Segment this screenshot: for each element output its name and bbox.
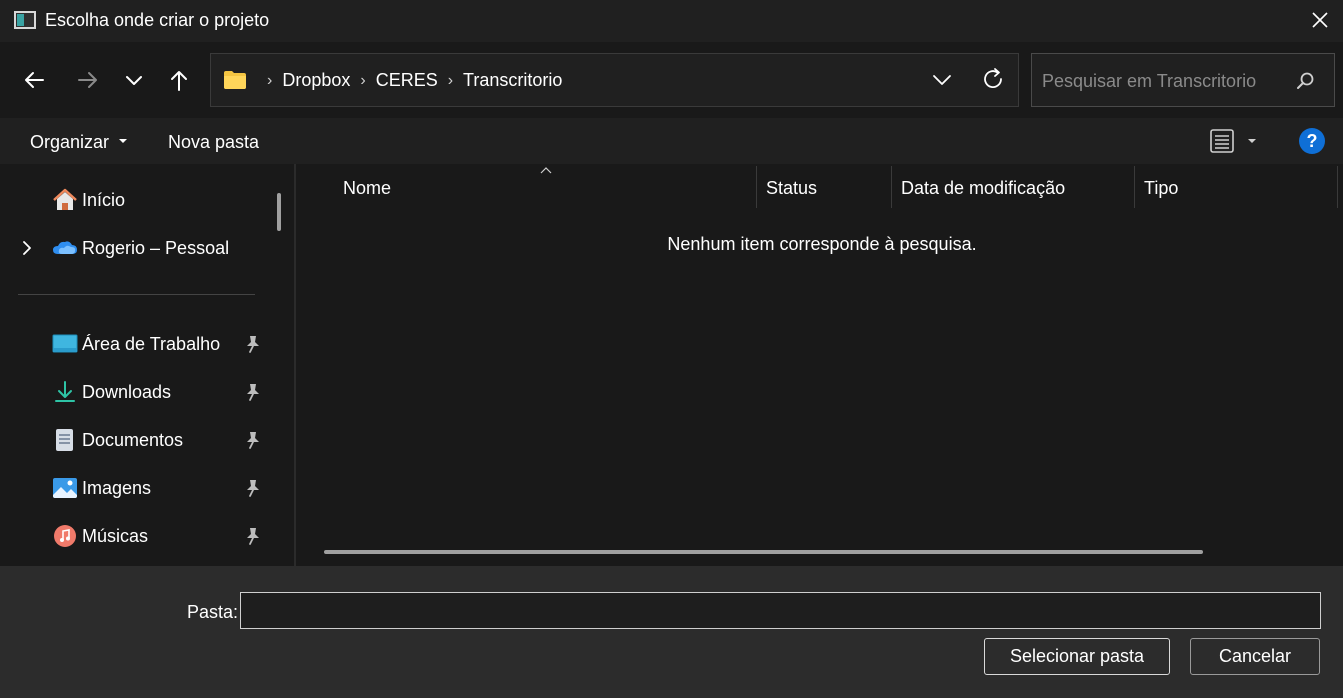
- pin-icon[interactable]: [244, 382, 262, 402]
- sidebar-item-inicio[interactable]: Início: [0, 180, 280, 220]
- column-header-label: Nome: [343, 178, 392, 198]
- horizontal-scrollbar[interactable]: [324, 550, 1203, 554]
- column-header-tipo[interactable]: Tipo: [1134, 164, 1337, 208]
- sidebar-item-rogerio-pessoal[interactable]: Rogerio – Pessoal: [0, 228, 280, 268]
- search-input[interactable]: [1042, 69, 1292, 93]
- column-header-label: Data de modificação: [901, 178, 1066, 198]
- select-folder-button[interactable]: Selecionar pasta: [984, 638, 1170, 675]
- pin-icon[interactable]: [244, 526, 262, 546]
- breadcrumb-ceres[interactable]: CERES: [376, 70, 438, 91]
- sidebar-item-label: Documentos: [82, 430, 184, 450]
- close-icon[interactable]: [1306, 6, 1334, 34]
- up-arrow-icon[interactable]: [163, 64, 195, 96]
- sidebar-item-downloads[interactable]: Downloads: [0, 372, 280, 412]
- column-header-status[interactable]: Status: [756, 164, 891, 208]
- forward-icon[interactable]: [72, 64, 104, 96]
- folder-name-input[interactable]: [240, 592, 1321, 629]
- address-bar[interactable]: › Dropbox › CERES › Transcritorio: [210, 53, 1019, 107]
- pin-icon[interactable]: [244, 334, 262, 354]
- column-header-nome[interactable]: Nome: [333, 164, 756, 208]
- navigation-bar: › Dropbox › CERES › Transcritorio: [0, 42, 1343, 118]
- column-header-label: Status: [766, 178, 818, 198]
- folder-icon: [224, 71, 246, 89]
- sidebar-item-imagens[interactable]: Imagens: [0, 468, 280, 508]
- command-bar: Organizar Nova pasta: [0, 118, 1343, 164]
- sidebar-item-label: Início: [82, 190, 126, 210]
- chevron-right-icon[interactable]: [20, 240, 34, 256]
- title-bar: Escolha onde criar o projeto: [0, 0, 1343, 42]
- pin-icon[interactable]: [244, 430, 262, 450]
- window-title: Escolha onde criar o projeto: [45, 10, 270, 30]
- home-icon: [53, 188, 77, 210]
- breadcrumb-separator-icon: ›: [267, 71, 273, 89]
- help-icon[interactable]: ?: [1299, 128, 1325, 154]
- onedrive-cloud-icon: [53, 241, 77, 254]
- refresh-icon[interactable]: [980, 66, 1006, 92]
- breadcrumb-separator-icon: ›: [360, 71, 366, 89]
- breadcrumb-separator-icon: ›: [447, 71, 454, 89]
- sidebar-item-label: Músicas: [82, 526, 149, 546]
- empty-state-message: Nenhum item corresponde à pesquisa.: [667, 234, 977, 254]
- dialog-footer: Pasta: Selecionar pasta Cancelar: [0, 566, 1343, 698]
- sidebar-item-label: Rogerio – Pessoal: [82, 238, 230, 258]
- folder-field-label: Pasta:: [187, 602, 239, 622]
- sidebar-divider: [18, 294, 255, 295]
- sidebar-item-area-de-trabalho[interactable]: Área de Trabalho: [0, 324, 280, 364]
- sidebar-item-documentos[interactable]: Documentos: [0, 420, 280, 460]
- organize-menu-button[interactable]: Organizar: [30, 132, 128, 153]
- desktop-icon: [52, 334, 78, 353]
- view-options-icon[interactable]: [1210, 128, 1260, 154]
- cancel-button[interactable]: Cancelar: [1190, 638, 1320, 675]
- column-header-data-de-modificacao[interactable]: Data de modificação: [891, 164, 1134, 208]
- sidebar-item-label: Downloads: [82, 382, 172, 402]
- breadcrumb: › Dropbox › CERES › Transcritorio: [257, 70, 562, 91]
- column-header-label: Tipo: [1144, 178, 1179, 198]
- column-divider[interactable]: [1337, 166, 1338, 208]
- sidebar-scrollbar[interactable]: [277, 193, 281, 231]
- recent-locations-chevron-down-icon[interactable]: [118, 64, 150, 96]
- sidebar-item-label: Imagens: [82, 478, 152, 498]
- search-icon[interactable]: [1294, 70, 1316, 92]
- downloads-icon: [55, 381, 75, 402]
- caret-down-icon: [119, 139, 128, 143]
- search-box[interactable]: [1031, 53, 1335, 107]
- navigation-pane: Início Rogerio – Pessoal Área de Trabalh…: [0, 164, 296, 566]
- documents-icon: [56, 429, 73, 451]
- breadcrumb-dropbox[interactable]: Dropbox: [282, 70, 350, 91]
- sidebar-item-label: Área de Trabalho: [82, 334, 221, 354]
- address-history-chevron-down-icon[interactable]: [930, 68, 954, 92]
- file-list: Nome Status Data de modificação Tipo Nen…: [296, 164, 1343, 566]
- sidebar-item-musicas[interactable]: Músicas: [0, 516, 280, 556]
- new-folder-button[interactable]: Nova pasta: [168, 132, 259, 153]
- music-icon: [54, 525, 76, 547]
- breadcrumb-transcritorio[interactable]: Transcritorio: [463, 70, 562, 91]
- pictures-icon: [53, 478, 77, 498]
- app-icon: [14, 11, 36, 29]
- pin-icon[interactable]: [244, 478, 262, 498]
- back-icon[interactable]: [18, 64, 50, 96]
- organize-label: Organizar: [30, 132, 110, 152]
